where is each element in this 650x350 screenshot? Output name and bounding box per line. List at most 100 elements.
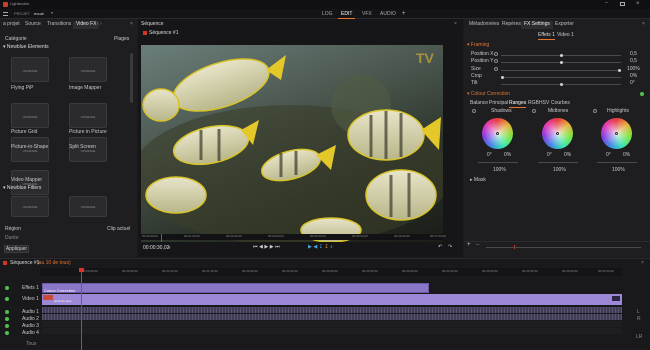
tab-source[interactable]: Source — [22, 21, 44, 29]
wheel-sat[interactable]: 0% — [564, 153, 571, 158]
tab-fx-settings[interactable]: FX Settings — [521, 21, 553, 29]
track-enabled-icon[interactable] — [5, 310, 9, 314]
wheel-level-slider[interactable] — [597, 162, 637, 163]
clip-dropdown[interactable]: Clip actuel — [107, 227, 130, 232]
audio-clip[interactable] — [42, 314, 622, 320]
effect-thumbnail[interactable]: UPGRADE — [11, 57, 49, 82]
panel-timeline-bar[interactable] — [486, 247, 641, 248]
wheel-hue[interactable]: 0° — [606, 153, 611, 158]
slider-knob[interactable] — [559, 54, 563, 57]
wheel-level[interactable]: 100% — [553, 168, 566, 173]
wheel-level-slider[interactable] — [538, 162, 578, 163]
param-slider[interactable] — [501, 54, 621, 57]
close-icon[interactable]: × — [636, 1, 640, 7]
tab-transitions[interactable]: Transitions — [44, 21, 74, 29]
viewer-close-icon[interactable]: × — [454, 22, 457, 27]
wheel-hue[interactable]: 0° — [547, 153, 552, 158]
timeline-close-icon[interactable]: × — [641, 261, 644, 266]
slider-knob[interactable] — [618, 69, 621, 72]
track-header-audio3[interactable]: Audio 3 — [22, 324, 39, 329]
video-frame[interactable]: TV — [141, 45, 443, 242]
enable-toggle-icon[interactable] — [640, 92, 644, 96]
cc-tab-rgb[interactable]: RGB — [528, 101, 539, 106]
wheel-puck[interactable] — [615, 132, 618, 135]
panel-close-icon[interactable]: × — [130, 22, 133, 27]
wheel-hue[interactable]: 0° — [487, 153, 492, 158]
redo-icon[interactable]: ↷ — [448, 245, 452, 250]
audio-clip[interactable] — [42, 307, 622, 313]
track-header-audio1[interactable]: Audio 1 — [22, 310, 39, 315]
add-effect-icon[interactable]: + — [467, 242, 471, 248]
wheel-puck[interactable] — [556, 132, 559, 135]
track-header-audio2[interactable]: Audio 2 — [22, 317, 39, 322]
track-enabled-icon[interactable] — [5, 324, 9, 328]
param-slider[interactable] — [501, 69, 621, 72]
scrollbar[interactable] — [130, 53, 133, 103]
slider-knob[interactable] — [559, 83, 563, 86]
wheel-level[interactable]: 100% — [493, 168, 506, 173]
keyframe-icon[interactable] — [472, 109, 476, 113]
panel-close-icon[interactable]: × — [642, 22, 645, 27]
param-slider[interactable] — [501, 83, 621, 86]
wheel-level[interactable]: 100% — [612, 168, 625, 173]
param-value[interactable]: 0% — [630, 74, 637, 79]
cc-tab-curves[interactable]: Courbes — [551, 101, 570, 106]
project-dropdown-icon[interactable]: ▾ — [51, 11, 53, 15]
framing-section[interactable]: ▾ Framing — [467, 43, 489, 48]
mask-section[interactable]: ▸ Mask — [470, 178, 486, 183]
keyframe-icon[interactable] — [593, 109, 597, 113]
tab-edit[interactable]: EDIT — [341, 12, 352, 17]
cc-tab-balance[interactable]: Balance — [470, 101, 488, 106]
timecode-dropdown-icon[interactable]: ▾ — [168, 246, 171, 251]
param-value[interactable]: 0,5 — [630, 52, 637, 57]
track-header-effets[interactable]: Effets 1 — [22, 286, 39, 291]
tab-video-fx[interactable]: Video FX — [73, 21, 100, 29]
audio-track-empty[interactable] — [42, 328, 622, 334]
timecode-display[interactable]: 00:00:30,02 — [143, 246, 169, 251]
keyframe-icon[interactable] — [494, 67, 498, 71]
param-slider[interactable] — [501, 76, 621, 79]
project-name[interactable]: ecual — [34, 12, 44, 16]
tab-project[interactable]: a projet — [0, 21, 23, 29]
param-value[interactable]: 0° — [630, 81, 635, 86]
viewer-playhead[interactable] — [161, 234, 162, 242]
video-clip[interactable] — [42, 294, 622, 305]
effect-thumbnail[interactable]: UPGRADE — [69, 103, 107, 128]
timeline-playhead[interactable] — [81, 268, 82, 350]
fx-clip[interactable] — [42, 283, 429, 293]
section-newblue-filters[interactable]: ▾ Newblue Filters — [3, 186, 41, 191]
wheel-sat[interactable]: 0% — [504, 153, 511, 158]
cc-tab-hsv[interactable]: HSV — [539, 101, 549, 106]
cc-tab-principal[interactable]: Principal — [489, 101, 508, 106]
param-value[interactable]: 0,5 — [630, 59, 637, 64]
tab-arrows-icon[interactable]: ‹ › — [97, 22, 102, 27]
minimize-icon[interactable]: – — [605, 1, 608, 6]
param-slider[interactable] — [501, 61, 621, 64]
add-tab-button[interactable]: + — [402, 11, 406, 17]
undo-icon[interactable]: ↶ — [438, 245, 442, 250]
track-enabled-icon[interactable] — [5, 317, 9, 321]
track-header-all[interactable]: Tous — [26, 342, 37, 347]
keyframe-icon[interactable] — [494, 59, 498, 63]
section-newblue-elements[interactable]: ▾ Newblue Elements — [3, 45, 49, 50]
colour-correction-section[interactable]: ▾ Colour Correction — [467, 92, 510, 97]
filter-thumbnail[interactable]: UPGRADE — [11, 196, 49, 217]
track-enabled-icon[interactable] — [5, 331, 9, 335]
playhead-handle[interactable] — [79, 268, 84, 272]
tab-metadata[interactable]: Métadonnées — [466, 21, 502, 29]
track-enabled-icon[interactable] — [5, 297, 9, 301]
cc-tab-ranges[interactable]: Ranges — [509, 101, 527, 108]
audio-icon[interactable]: ♪ — [330, 244, 334, 250]
filter-thumbnail[interactable]: UPGRADE — [69, 196, 107, 217]
remove-effect-icon[interactable]: – — [476, 242, 479, 248]
track-header-audio4[interactable]: Audio 4 — [22, 331, 39, 336]
effect-thumbnail[interactable]: UPGRADE — [69, 57, 107, 82]
subtab-effets[interactable]: Effets 1 — [538, 33, 555, 40]
param-value[interactable]: 100% — [627, 67, 640, 72]
track-header-video[interactable]: Video 1 — [22, 297, 39, 302]
hamburger-icon[interactable] — [3, 12, 8, 16]
slider-knob[interactable] — [559, 61, 563, 64]
wheel-level-slider[interactable] — [478, 162, 518, 163]
maximize-icon[interactable] — [620, 2, 625, 6]
go-end-icon[interactable]: ⏭ — [275, 244, 281, 250]
